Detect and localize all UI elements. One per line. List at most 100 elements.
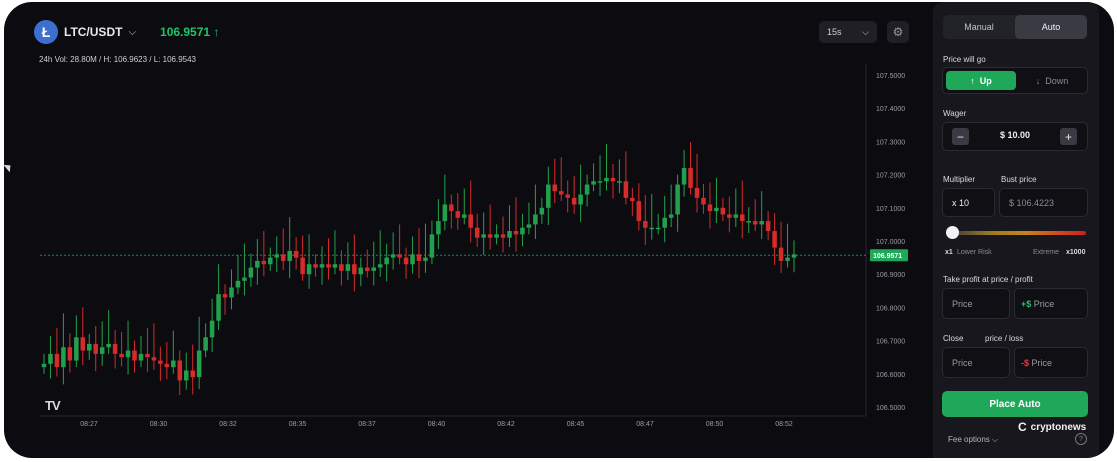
help-icon[interactable]: ?: [1075, 433, 1087, 445]
risk-max-multiplier: x1000: [1066, 249, 1086, 256]
app-frame: 107.5000 107.4000 107.3000 107.2000 107.1000…: [4, 2, 1114, 458]
candle-up: [733, 214, 739, 218]
candle-down: [145, 353, 150, 358]
candle-down: [643, 221, 648, 228]
candle-up: [591, 181, 596, 185]
candle-up: [41, 363, 47, 368]
wager-value[interactable]: $ 10.00: [973, 130, 1057, 140]
multiplier-input[interactable]: x 10: [942, 188, 995, 217]
candle-down: [449, 204, 454, 212]
candle-up: [384, 257, 389, 265]
risk-slider-handle[interactable]: [946, 226, 960, 239]
candle-up: [578, 194, 583, 205]
x-tick-label: 08:40: [428, 421, 446, 428]
up-button[interactable]: ↑ Up: [946, 71, 1016, 90]
fee-options-toggle[interactable]: Fee options ⌵: [948, 435, 998, 445]
x-tick-label: 08:42: [497, 421, 515, 428]
y-tick-label: 106.7000: [876, 339, 905, 346]
tab-manual[interactable]: Manual: [943, 15, 1015, 39]
take-profit-amount-input[interactable]: +$ Price: [1014, 288, 1088, 319]
candle-down: [630, 197, 635, 202]
candle-up: [436, 221, 441, 235]
risk-min-label: Lower Risk: [957, 249, 992, 256]
candle-down: [772, 231, 777, 248]
chevron-down-icon: ⌵: [862, 26, 869, 37]
candle-up: [410, 254, 415, 265]
risk-slider-track[interactable]: [950, 231, 1086, 235]
bust-price-field: $ 106.4223: [999, 188, 1088, 217]
wager-label: Wager: [943, 109, 967, 118]
candle-up: [358, 267, 364, 275]
candle-down: [701, 197, 706, 205]
candle-up: [183, 370, 189, 381]
candle-down: [112, 343, 118, 354]
candle-down: [487, 234, 493, 238]
close-price-loss-label: price / loss: [985, 334, 1024, 343]
candle-up: [681, 167, 687, 185]
candle-up: [332, 264, 338, 268]
candle-down: [468, 214, 473, 228]
x-tick-label: 08:50: [706, 421, 724, 428]
x-tick-label: 08:52: [775, 421, 793, 428]
candle-up: [617, 181, 622, 183]
y-tick-label: 106.5000: [876, 405, 905, 412]
wager-field[interactable]: − $ 10.00 +: [942, 122, 1088, 151]
candle-down: [151, 357, 157, 361]
candle-up: [546, 184, 551, 208]
candle-up: [584, 184, 590, 195]
candle-up: [390, 254, 396, 258]
candle-down: [352, 264, 357, 275]
chart-settings-button[interactable]: ⚙: [887, 21, 909, 43]
take-profit-price-input[interactable]: Price: [942, 288, 1010, 319]
x-tick-label: 08:45: [567, 421, 585, 428]
wager-decrease-button[interactable]: −: [952, 128, 969, 145]
place-auto-button[interactable]: Place Auto: [942, 391, 1088, 417]
x-tick-label: 08:47: [636, 421, 654, 428]
24h-stats: 24h Vol: 28.80M / H: 106.9623 / L: 106.9…: [39, 55, 197, 64]
chevron-down-icon[interactable]: ⌵: [128, 27, 136, 38]
candle-down: [132, 350, 137, 361]
y-tick-label: 107.3000: [876, 139, 905, 146]
candle-up: [668, 214, 674, 218]
candle-down: [778, 247, 784, 261]
down-button[interactable]: ↓ Down: [1019, 71, 1085, 90]
candle-up: [203, 337, 208, 351]
wager-increase-button[interactable]: +: [1060, 128, 1077, 145]
candle-down: [558, 191, 564, 195]
candle-up: [371, 267, 377, 271]
y-tick-label: 106.9000: [876, 272, 905, 279]
close-loss-input[interactable]: -$ Price: [1014, 347, 1088, 378]
candle-down: [455, 211, 461, 218]
candle-down: [416, 254, 422, 261]
candle-up: [662, 217, 667, 228]
timeframe-select[interactable]: 15s ⌵: [819, 21, 877, 43]
candle-down: [164, 363, 170, 368]
y-tick-label: 107.5000: [876, 73, 905, 80]
candle-down: [158, 360, 163, 364]
candle-down: [177, 360, 183, 381]
candle-down: [694, 187, 700, 198]
candle-down: [513, 231, 519, 235]
tab-auto[interactable]: Auto: [1015, 15, 1087, 39]
bust-price-label: Bust price: [1001, 175, 1037, 184]
current-price-label: 106.9571: [873, 253, 902, 260]
direction-toggle: ↑ Up ↓ Down: [942, 67, 1088, 94]
profit-prefix: +$: [1021, 298, 1032, 309]
pair-selector[interactable]: LTC/USDT: [64, 25, 122, 39]
candle-up: [287, 250, 292, 261]
candle-up: [533, 214, 538, 225]
profit-placeholder: Price: [1033, 298, 1055, 309]
candle-up: [255, 260, 260, 268]
x-tick-label: 08:37: [358, 421, 376, 428]
current-price: 106.9571 ↑: [160, 25, 220, 39]
candle-up: [507, 231, 512, 238]
candle-up: [248, 267, 254, 278]
close-price-input[interactable]: Price: [942, 347, 1010, 378]
risk-max-label: Extreme: [1033, 249, 1060, 256]
chevron-down-icon: ⌵: [992, 435, 999, 444]
candle-up: [268, 257, 273, 265]
candle-down: [293, 250, 299, 258]
gear-icon: ⚙: [892, 25, 904, 39]
auto-bet-panel: Manual Auto Price will go ↑ Up ↓ Down Wa…: [933, 2, 1099, 458]
candle-down: [222, 294, 228, 298]
